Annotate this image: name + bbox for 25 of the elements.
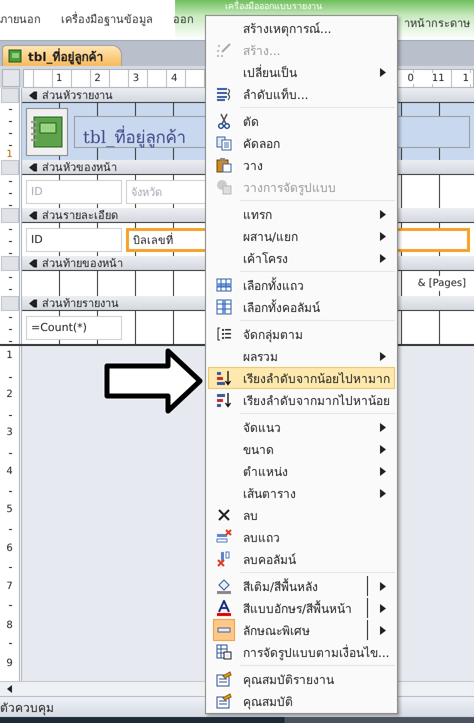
ruler-number: 6	[6, 542, 13, 554]
ruler-number: 4	[6, 466, 13, 476]
ruler-number: 1	[460, 73, 471, 84]
section-title: ส่วนหัวของหน้า	[42, 160, 117, 176]
ruler-number: 3	[130, 73, 142, 84]
ruler-number: 1	[54, 73, 64, 84]
section-title: ส่วนท้ายของหน้า	[42, 256, 123, 272]
ruler-number: 0	[406, 73, 416, 84]
ruler-number: 2	[6, 388, 13, 400]
section-title: ส่วนท้ายรายงาน	[42, 296, 119, 312]
ruler-number: 8	[6, 620, 13, 630]
status-text: ตัวควบคุม	[0, 700, 54, 716]
document-tab-label: tbl_ที่อยู่ลูกค้า	[28, 47, 104, 66]
ruler-number: 5	[6, 504, 13, 515]
section-title: ส่วนหัวรายงาน	[42, 88, 113, 104]
ruler-number: 2	[92, 73, 103, 84]
ruler-number: 9	[6, 658, 13, 669]
ruler-number: 1	[6, 149, 13, 160]
contextual-group-title: เครื่องมือออกแบบรายงาน	[224, 1, 323, 14]
ruler-number: 4	[169, 73, 180, 84]
section-title: ส่วนรายละเอียด	[42, 208, 118, 224]
ruler-number: 11	[430, 73, 447, 84]
ruler-number: 1	[6, 350, 13, 361]
ruler-number: 3	[6, 427, 13, 438]
ruler-number: 7	[6, 581, 13, 592]
